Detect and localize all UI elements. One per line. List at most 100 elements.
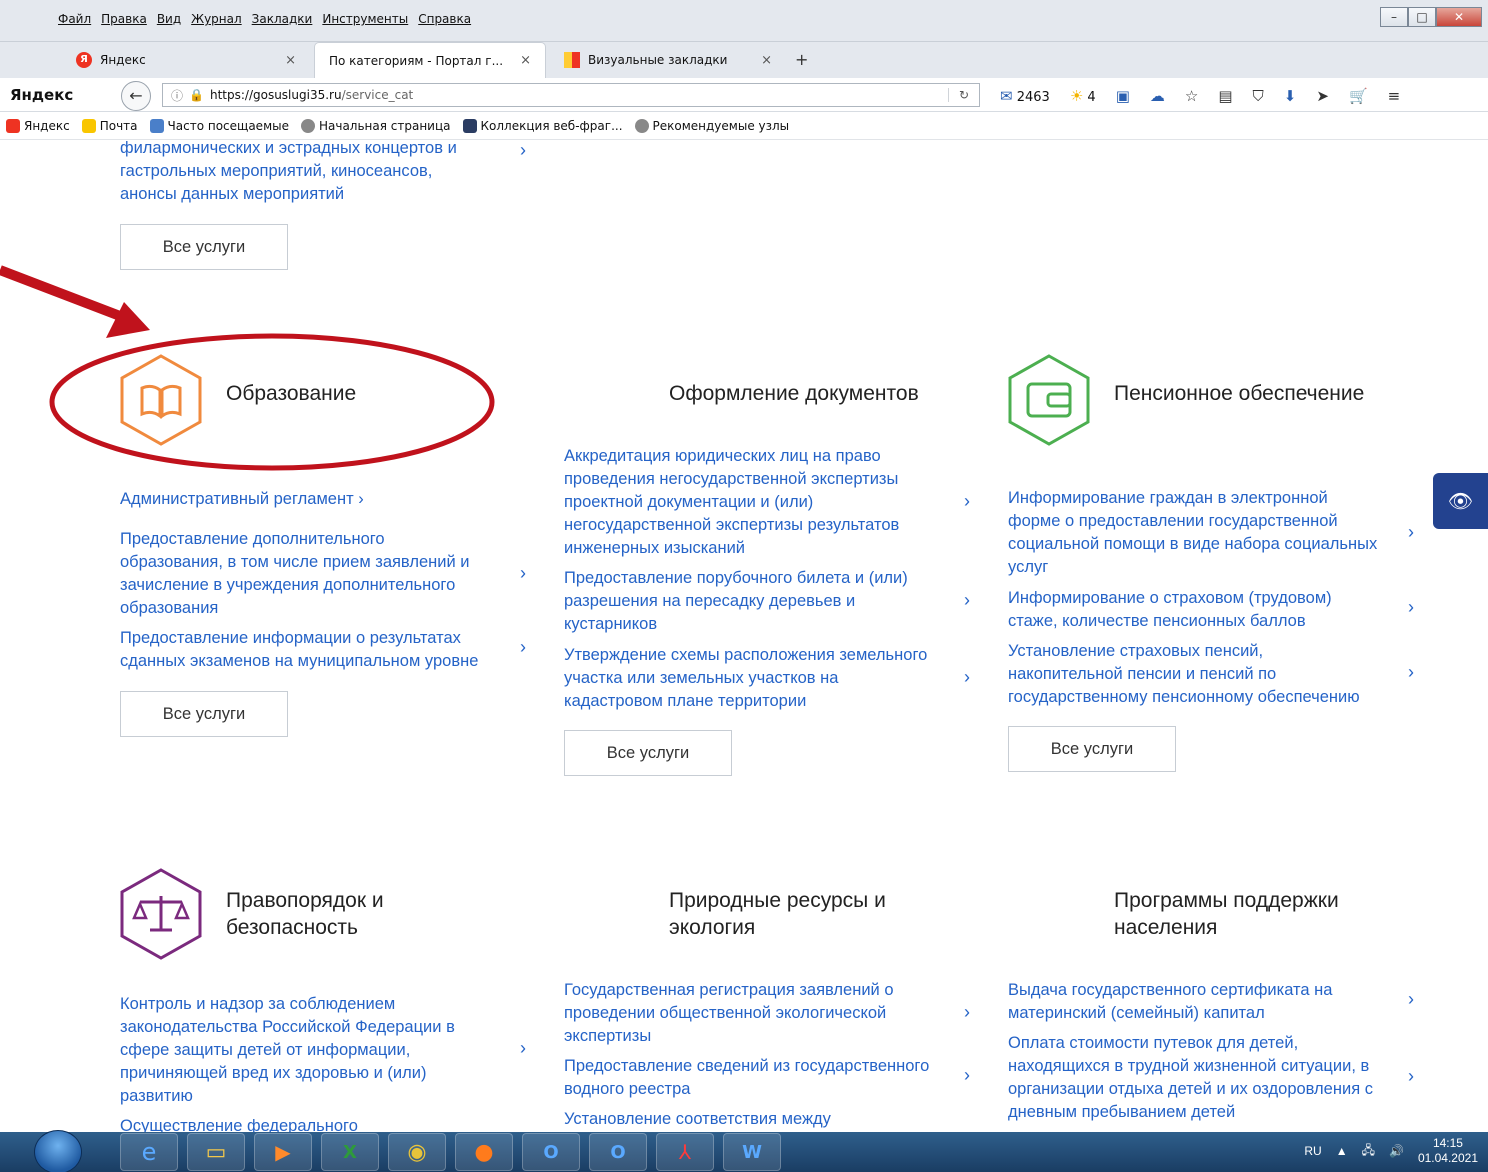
service-link-maternity-capital[interactable]: Выдача государственного сертификата на м… bbox=[1008, 979, 1408, 1025]
reglament-link[interactable]: Административный регламент › bbox=[120, 488, 364, 511]
line: проведения негосударственной экспертизы bbox=[564, 470, 899, 488]
service-link-insurance-experience[interactable]: Информирование о страховом (трудовом) ст… bbox=[1008, 587, 1408, 633]
menu-history[interactable]: Журнал bbox=[191, 12, 242, 26]
all-services-button[interactable]: Все услуги bbox=[120, 691, 288, 737]
reading-list-icon[interactable]: ▤ bbox=[1218, 87, 1232, 105]
bookmarks-bar: Яндекс Почта Часто посещаемые Начальная … bbox=[0, 112, 1488, 140]
tray-expand-icon[interactable]: ▲ bbox=[1336, 1144, 1348, 1158]
close-tab-icon[interactable]: × bbox=[285, 53, 296, 68]
menu-tools[interactable]: Инструменты bbox=[322, 12, 408, 26]
outlook-icon[interactable]: O bbox=[589, 1133, 647, 1171]
chevron-right-icon: › bbox=[964, 1002, 970, 1022]
tab-service-cat[interactable]: По категориям - Портал г... × bbox=[314, 42, 546, 78]
menu-help[interactable]: Справка bbox=[418, 12, 471, 26]
word-icon[interactable]: W bbox=[723, 1133, 781, 1171]
service-link-concerts[interactable]: филармонических и эстрадных концертов и … bbox=[120, 140, 520, 206]
pocket-icon[interactable]: ⛉ bbox=[1253, 87, 1264, 105]
service-link-eco-expertise[interactable]: Государственная регистрация заявлений о … bbox=[564, 979, 964, 1048]
close-tab-icon[interactable]: × bbox=[520, 53, 531, 68]
tab-visual-bookmarks[interactable]: Визуальные закладки × bbox=[550, 42, 786, 78]
category-title-documents[interactable]: Оформление документов bbox=[669, 380, 919, 407]
category-title-education[interactable]: Образование bbox=[226, 380, 356, 407]
explorer-folder-icon[interactable]: ▭ bbox=[187, 1133, 245, 1171]
chrome-icon[interactable]: ◉ bbox=[388, 1133, 446, 1171]
service-link-social-help[interactable]: Информирование граждан в электронной фор… bbox=[1008, 487, 1413, 579]
hamburger-menu-icon[interactable]: ≡ bbox=[1388, 87, 1401, 105]
line: кустарников bbox=[564, 615, 658, 633]
excel-icon[interactable]: X bbox=[321, 1133, 379, 1171]
category-title-nature[interactable]: Природные ресурсы и экология bbox=[669, 887, 886, 941]
service-link-conformity[interactable]: Установление соответствия между bbox=[564, 1108, 964, 1131]
menu-file[interactable]: Файл bbox=[58, 12, 91, 26]
bookmark-recommended[interactable]: Рекомендуемые узлы bbox=[634, 118, 789, 133]
bookmark-home[interactable]: Начальная страница bbox=[300, 118, 451, 133]
firefox-icon[interactable]: ● bbox=[455, 1133, 513, 1171]
reload-icon[interactable]: ↻ bbox=[947, 88, 979, 102]
close-window-button[interactable]: ✕ bbox=[1436, 7, 1482, 27]
line: зачисление в учреждения дополнительного bbox=[120, 576, 456, 594]
folder-icon bbox=[149, 118, 164, 133]
menu-view[interactable]: Вид bbox=[157, 12, 181, 26]
acrobat-icon[interactable]: ⅄ bbox=[656, 1133, 714, 1171]
service-link-extra-education[interactable]: Предоставление дополнительного образован… bbox=[120, 528, 515, 620]
address-bar[interactable]: ⓘ 🔒 https://gosuslugi35.ru/service_cat ↻ bbox=[162, 83, 980, 107]
bookmark-frequent[interactable]: Часто посещаемые bbox=[149, 118, 289, 133]
info-icon[interactable]: ⓘ bbox=[171, 87, 183, 104]
menu-edit[interactable]: Правка bbox=[101, 12, 147, 26]
chevron-right-icon: › bbox=[964, 667, 970, 687]
category-title-pension[interactable]: Пенсионное обеспечение bbox=[1114, 380, 1364, 407]
category-title-support[interactable]: Программы поддержки населения bbox=[1114, 887, 1339, 941]
cart-icon[interactable]: 🛒 bbox=[1349, 87, 1368, 105]
line: сфере защиты детей от информации, bbox=[120, 1041, 411, 1059]
outlook-icon[interactable]: O bbox=[522, 1133, 580, 1171]
service-link-water-registry[interactable]: Предоставление сведений из государственн… bbox=[564, 1055, 964, 1101]
chevron-right-icon: › bbox=[1408, 1066, 1414, 1086]
line: гастрольных мероприятий, киносеансов, bbox=[120, 162, 433, 180]
category-title-law[interactable]: Правопорядок и безопасность bbox=[226, 887, 384, 941]
ie-icon[interactable]: e bbox=[120, 1133, 178, 1171]
accessibility-eye-icon[interactable]: 👁 bbox=[1433, 473, 1488, 529]
service-link-pension-establishment[interactable]: Установление страховых пенсий, накопител… bbox=[1008, 640, 1408, 709]
all-services-button[interactable]: Все услуги bbox=[564, 730, 732, 776]
bookmark-mail[interactable]: Почта bbox=[81, 118, 138, 133]
weather-widget[interactable]: ☀ 4 bbox=[1070, 87, 1096, 105]
service-link-child-rest[interactable]: Оплата стоимости путевок для детей, нахо… bbox=[1008, 1032, 1408, 1124]
bookmark-webslices[interactable]: Коллекция веб-фраг... bbox=[462, 118, 623, 133]
volume-icon[interactable]: 🔊 bbox=[1389, 1144, 1404, 1158]
all-services-button[interactable]: Все услуги bbox=[1008, 726, 1176, 772]
line: находящихся в трудной жизненной ситуации… bbox=[1008, 1057, 1370, 1075]
mail-widget[interactable]: ✉ 2463 bbox=[1000, 87, 1050, 105]
media-player-icon[interactable]: ▶ bbox=[254, 1133, 312, 1171]
bookmark-label: Коллекция веб-фраг... bbox=[480, 118, 623, 133]
extension-icon[interactable]: ▣ bbox=[1116, 87, 1130, 105]
line: населения bbox=[1114, 916, 1218, 939]
tab-yandex[interactable]: Я Яндекс × bbox=[62, 42, 310, 78]
start-button[interactable] bbox=[34, 1130, 82, 1172]
tab-label: Яндекс bbox=[100, 53, 146, 67]
download-icon[interactable]: ⬇ bbox=[1284, 87, 1297, 105]
navigation-bar: Яндекс ← ⓘ 🔒 https://gosuslugi35.ru/serv… bbox=[0, 78, 1488, 112]
star-bookmark-icon[interactable]: ☆ bbox=[1185, 87, 1198, 105]
service-link-exam-results[interactable]: Предоставление информации о результатах … bbox=[120, 627, 515, 673]
language-indicator[interactable]: RU bbox=[1304, 1144, 1321, 1158]
window-controls: – □ ✕ bbox=[1380, 7, 1482, 27]
new-tab-icon[interactable]: + bbox=[795, 50, 808, 69]
chevron-right-icon: › bbox=[520, 637, 526, 657]
service-link-land-scheme[interactable]: Утверждение схемы расположения земельног… bbox=[564, 644, 964, 713]
bookmark-yandex[interactable]: Яндекс bbox=[6, 118, 70, 133]
service-link-federal[interactable]: Осуществление федерального bbox=[120, 1115, 520, 1132]
clock[interactable]: 14:15 01.04.2021 bbox=[1418, 1136, 1478, 1166]
line: Предоставление информации о результатах bbox=[120, 629, 461, 647]
service-link-felling-ticket[interactable]: Предоставление порубочного билета и (или… bbox=[564, 567, 964, 636]
minimize-button[interactable]: – bbox=[1380, 7, 1408, 27]
send-icon[interactable]: ➤ bbox=[1316, 87, 1329, 105]
maximize-button[interactable]: □ bbox=[1408, 7, 1436, 27]
menu-bookmarks[interactable]: Закладки bbox=[252, 12, 313, 26]
service-link-accreditation[interactable]: Аккредитация юридических лиц на право пр… bbox=[564, 445, 964, 560]
service-link-child-protection[interactable]: Контроль и надзор за соблюдением законод… bbox=[120, 993, 520, 1108]
close-tab-icon[interactable]: × bbox=[761, 53, 772, 68]
cloud-icon[interactable]: ☁ bbox=[1150, 87, 1165, 105]
network-icon[interactable]: 🖧 bbox=[1362, 1141, 1375, 1162]
back-arrow-icon[interactable]: ← bbox=[121, 81, 151, 111]
tab-bar: Я Яндекс × По категориям - Портал г... ×… bbox=[0, 42, 1488, 78]
